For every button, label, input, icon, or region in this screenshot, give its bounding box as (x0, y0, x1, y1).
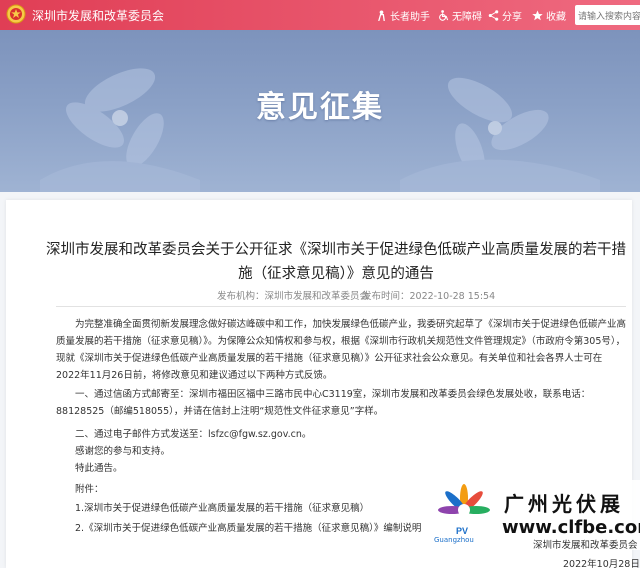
article-source: 发布机构：深圳市发展和改革委员会 (217, 291, 370, 302)
national-emblem-icon (6, 4, 26, 24)
watermark-logo-text: Guangzhou (434, 536, 474, 544)
paragraph-notice: 特此通告。 (75, 463, 123, 474)
search-input[interactable]: 请输入搜索内容 (575, 5, 640, 25)
wheelchair-icon (439, 10, 449, 21)
accessibility-label: 无障碍 (452, 12, 482, 23)
share-icon (488, 10, 499, 21)
paragraph-email: 二、通过电子邮件方式发送至：lsfzc@fgw.sz.gov.cn。 (75, 429, 312, 440)
article-time: 发布时间：2022-10-28 15:54 (362, 291, 496, 302)
paragraph-mail: 一、通过信函方式邮寄至：深圳市福田区福中三路市民中心C3119室，深圳市发展和改… (56, 389, 591, 417)
favorite-label: 收藏 (546, 12, 566, 23)
favorite-button[interactable]: 收藏 (532, 8, 566, 23)
svg-text:PV: PV (456, 526, 468, 536)
paragraph-thanks: 感谢您的参与和支持。 (75, 446, 171, 457)
article-title: 深圳市发展和改革委员会关于公开征求《深圳市关于促进绿色低碳产业高质量发展的若干措… (46, 242, 626, 282)
watermark-title: 广州光伏展 (504, 492, 624, 516)
site-title[interactable]: 深圳市发展和改革委员会 (32, 7, 164, 24)
accessibility-button[interactable]: 无障碍 (438, 8, 482, 23)
elder-icon (378, 10, 385, 21)
signature-org: 深圳市发展和改革委员会 (533, 540, 638, 551)
banner-title: 意见征集 (256, 90, 384, 125)
elder-assistant-button[interactable]: 长者助手 (376, 8, 430, 23)
paragraph-intro: 为完整准确全面贯彻新发展理念做好碳达峰碳中和工作，加快发展绿色低碳产业，我委研究… (56, 319, 627, 381)
share-button[interactable]: 分享 (488, 8, 522, 23)
pv-expo-logo-icon: PV (438, 484, 490, 536)
star-icon (532, 10, 543, 21)
elder-assistant-label: 长者助手 (390, 12, 430, 23)
watermark-url: www.clfbe.com (502, 517, 640, 538)
top-bar: 深圳市发展和改革委员会 长者助手 无障碍 分享 收藏 请输入搜索内容 (0, 0, 640, 30)
divider (56, 306, 626, 307)
share-label: 分享 (502, 12, 522, 23)
signature-date: 2022年10月28日 (563, 559, 640, 568)
banner: 意见征集 (0, 30, 640, 192)
